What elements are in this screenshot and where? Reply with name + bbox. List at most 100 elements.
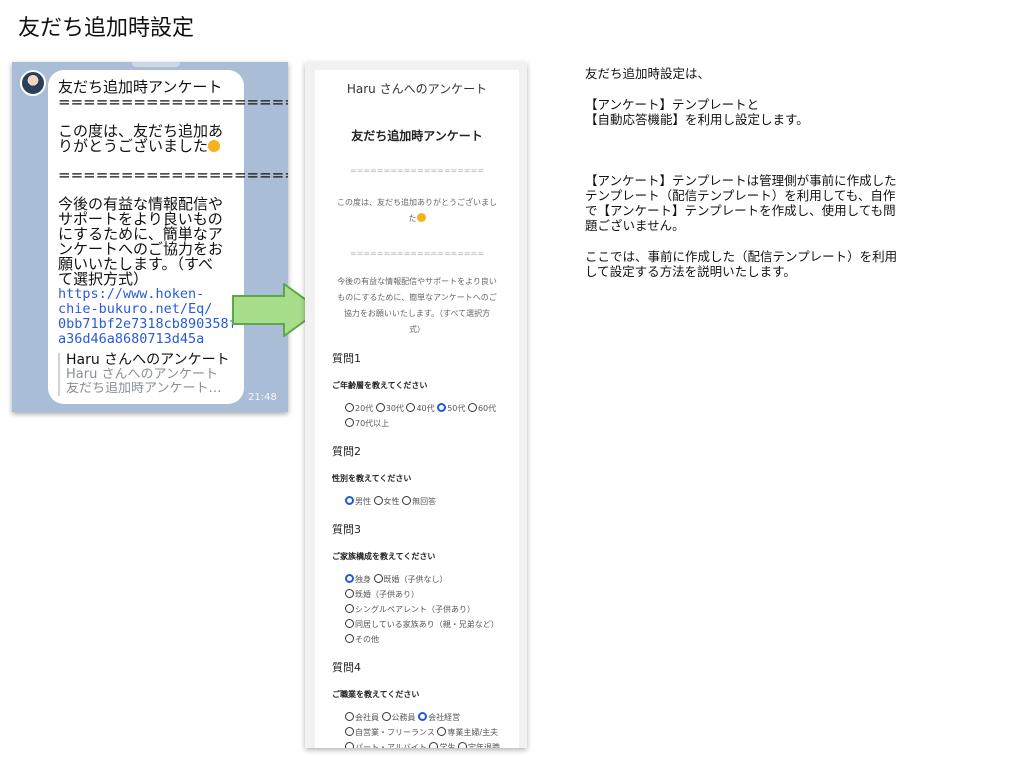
radio-option[interactable]: 50代 — [437, 403, 465, 413]
bubble-separator: =================== — [58, 166, 288, 184]
chat-message-bubble[interactable]: 友だち追加時アンケート =================== この度は、友だち追… — [48, 70, 288, 404]
description-line: 【アンケート】テンプレートと — [585, 97, 760, 112]
radio-option[interactable]: 既婚（子供あり） — [345, 589, 419, 599]
radio-option[interactable]: パート・アルバイト — [345, 742, 427, 748]
radio-selected-icon[interactable] — [345, 496, 354, 505]
description: 友だち追加時設定は、 【アンケート】テンプレートと 【自動応答機能】を利用し設定… — [585, 66, 985, 279]
form-header: Haru さんへのアンケート — [346, 82, 488, 96]
radio-option[interactable]: 専業主婦/主夫 — [437, 727, 499, 737]
radio-unselected-icon[interactable] — [467, 403, 477, 412]
radio-option[interactable]: 同居している家族あり（親・兄弟など） — [345, 619, 499, 629]
radio-option-label: 男性 — [355, 497, 371, 506]
radio-unselected-icon[interactable] — [402, 496, 412, 505]
survey-form-screenshot: Haru さんへのアンケート 友だち追加時アンケート =============… — [305, 62, 527, 748]
description-line: 【自動応答機能】を利用し設定します。 — [585, 112, 809, 127]
radio-option-label: 60代 — [477, 404, 497, 413]
form-separator: ==================== — [349, 166, 485, 175]
radio-selected-icon[interactable] — [345, 574, 354, 583]
radio-unselected-icon[interactable] — [345, 742, 354, 748]
radio-option[interactable]: 会社経営 — [418, 712, 460, 722]
form-intro-line: 式） — [409, 325, 425, 334]
radio-unselected-icon[interactable] — [373, 574, 383, 583]
avatar — [20, 70, 46, 96]
radio-unselected-icon[interactable] — [381, 712, 391, 721]
radio-unselected-icon[interactable] — [458, 742, 468, 748]
radio-unselected-icon[interactable] — [373, 496, 383, 505]
radio-option-label: パート・アルバイト — [355, 743, 427, 748]
survey-link-line[interactable]: 0bb71bf2e7318cb890358f — [58, 317, 237, 332]
radio-option-label: 同居している家族あり（親・兄弟など） — [355, 620, 499, 629]
radio-unselected-icon[interactable] — [345, 589, 354, 598]
link-preview-title: Haru さんへのアンケート — [66, 352, 230, 368]
radio-selected-icon[interactable] — [437, 403, 447, 412]
bubble-line: =================== — [58, 93, 288, 111]
radio-unselected-icon[interactable] — [345, 634, 354, 643]
survey-link-line[interactable]: chie-bukuro.net/Eq/ — [58, 302, 236, 317]
radio-option[interactable]: 女性 — [373, 496, 400, 506]
radio-option-label: 既婚（子供あり） — [355, 590, 419, 599]
radio-option-label: 無回答 — [412, 497, 437, 506]
radio-unselected-icon[interactable] — [345, 619, 354, 628]
chat-screenshot: 友だち追加時アンケート =================== この度は、友だち追… — [12, 62, 288, 412]
link-preview-site: Haru さんへのアンケート — [66, 368, 218, 382]
question-number: 質問2 — [332, 445, 361, 458]
radio-option-label: 20代 — [355, 404, 374, 413]
survey-link[interactable]: https://www.hoken-chie-bukuro.net/Eq/0bb… — [58, 287, 237, 347]
radio-unselected-icon[interactable] — [345, 604, 354, 613]
radio-option-label: 30代 — [385, 404, 404, 413]
radio-unselected-icon[interactable] — [429, 742, 439, 748]
question-options: 男性 女性 無回答 — [345, 494, 505, 509]
radio-option[interactable]: 30代 — [375, 403, 404, 413]
radio-option[interactable]: 既婚（子供なし） — [373, 574, 448, 584]
radio-unselected-icon[interactable] — [345, 727, 354, 736]
radio-option[interactable]: 公務員 — [381, 712, 416, 722]
radio-option[interactable]: 無回答 — [402, 496, 437, 506]
radio-option[interactable]: 70代以上 — [345, 418, 390, 428]
question-options: 20代 30代 40代 50代 60代 70代以上 — [345, 401, 505, 431]
smile-emoji-icon — [208, 140, 221, 152]
radio-option[interactable]: 学生 — [429, 742, 456, 748]
bubble-line: りがとうございました — [58, 139, 236, 154]
radio-unselected-icon[interactable] — [437, 727, 447, 736]
bubble-line: て選択方式） — [58, 270, 149, 288]
form-title: 友だち追加時アンケート — [351, 129, 483, 143]
bubble-line: =================== — [58, 166, 288, 184]
radio-option[interactable]: 会社員 — [345, 712, 379, 722]
radio-option-label: シングルペアレント（子供あり） — [355, 605, 475, 614]
radio-option-label: 既婚（子供なし） — [383, 575, 448, 584]
description-templates: 【アンケート】テンプレートと 【自動応答機能】を利用し設定します。 — [585, 97, 985, 127]
link-preview-description: 友だち追加時アンケート… — [66, 382, 222, 396]
radio-option[interactable]: 男性 — [345, 496, 371, 506]
radio-option-label: 70代以上 — [355, 419, 390, 428]
description-template-note: 【アンケート】テンプレートは管理側が事前に作成した テンプレート（配信テンプレー… — [585, 173, 985, 233]
form-intro-line: 今後の有益な情報配信やサポートをより良い — [337, 277, 497, 286]
radio-option[interactable]: その他 — [345, 634, 379, 644]
radio-option[interactable]: 40代 — [406, 403, 435, 413]
radio-unselected-icon[interactable] — [375, 403, 385, 412]
radio-option[interactable]: 自営業・フリーランス — [345, 727, 435, 737]
link-preview[interactable]: Haru さんへのアンケート Haru さんへのアンケート 友だち追加時アンケー… — [58, 353, 236, 396]
radio-option-label: 専業主婦/主夫 — [447, 728, 499, 737]
radio-unselected-icon[interactable] — [345, 418, 354, 427]
survey-form: Haru さんへのアンケート 友だち追加時アンケート =============… — [315, 70, 519, 748]
description-method: ここでは、事前に作成した（配信テンプレート）を利用 して設定する方法を説明いたし… — [585, 249, 985, 279]
radio-option[interactable]: 独身 — [345, 574, 371, 584]
survey-link-line[interactable]: a36d46a8680713d45a — [58, 332, 236, 347]
bubble-intro: 今後の有益な情報配信や サポートをより良いもの にするために、簡単なア ンケートへのご… — [58, 197, 236, 287]
question-text: ご家族構成を教えてください — [332, 552, 436, 561]
description-intro: 友だち追加時設定は、 — [585, 66, 711, 81]
chat-top-tab — [132, 62, 180, 67]
radio-option[interactable]: 60代 — [467, 403, 497, 413]
description-line: 題ございません。 — [585, 218, 685, 233]
radio-unselected-icon[interactable] — [345, 403, 354, 412]
radio-option-label: 学生 — [439, 743, 456, 748]
survey-link-line[interactable]: https://www.hoken- — [58, 287, 236, 302]
description-line: ここでは、事前に作成した（配信テンプレート）を利用 — [585, 249, 898, 264]
radio-unselected-icon[interactable] — [345, 712, 354, 721]
radio-unselected-icon[interactable] — [406, 403, 416, 412]
radio-option[interactable]: シングルペアレント（子供あり） — [345, 604, 475, 614]
radio-option[interactable]: 20代 — [345, 403, 374, 413]
radio-option[interactable]: 定年退職 — [458, 742, 500, 748]
radio-option-label: その他 — [355, 635, 379, 644]
radio-selected-icon[interactable] — [418, 712, 428, 721]
